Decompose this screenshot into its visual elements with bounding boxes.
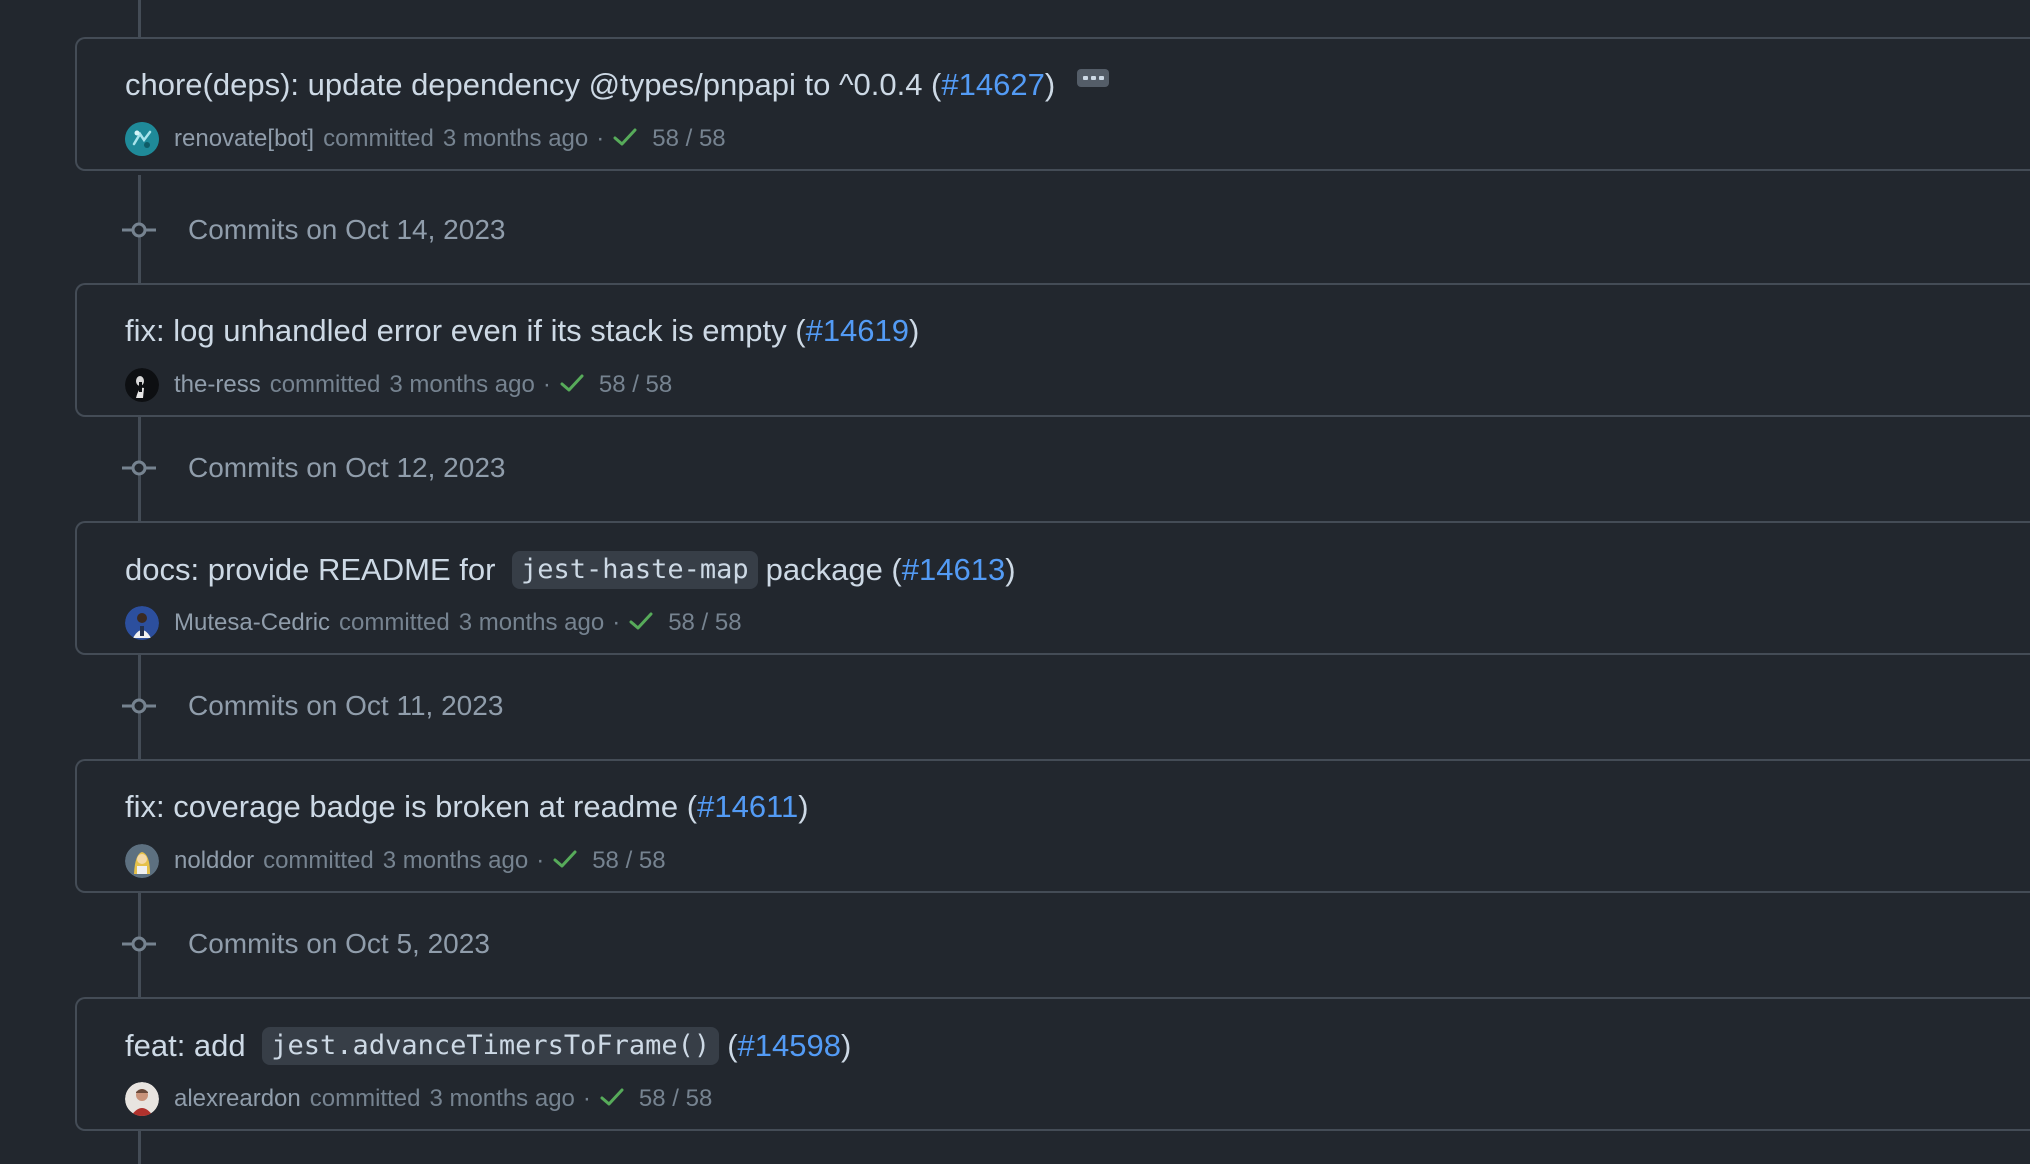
check-icon[interactable] — [628, 610, 654, 639]
date-heading-text: Commits on Oct 12, 2023 — [188, 452, 506, 483]
commit-meta: the-ress committed 3 months ago · 58 / 5… — [125, 368, 672, 402]
commit-title[interactable]: fix: coverage badge is broken at readme … — [125, 789, 809, 825]
commit-title-text[interactable]: ( — [727, 1028, 737, 1064]
timeline-line — [138, 1127, 141, 1164]
commit-item: fix: log unhandled error even if its sta… — [75, 283, 2030, 417]
commit-time[interactable]: 3 months ago — [383, 847, 528, 875]
checks-count[interactable]: 58 / 58 — [592, 847, 665, 875]
commit-title-text[interactable]: fix: coverage badge is broken at readme … — [125, 789, 697, 825]
commit-title-text[interactable]: ) — [909, 313, 919, 349]
commit-author-link[interactable]: alexreardon — [174, 1085, 301, 1113]
checks-count[interactable]: 58 / 58 — [639, 1085, 712, 1113]
commit-title[interactable]: fix: log unhandled error even if its sta… — [125, 313, 919, 349]
commit-author-link[interactable]: renovate[bot] — [174, 125, 314, 153]
separator-dot: · — [542, 371, 551, 398]
user-avatar-icon[interactable] — [125, 606, 159, 640]
commit-item: feat: add jest.advanceTimersToFrame() ( … — [75, 997, 2030, 1131]
commit-time[interactable]: 3 months ago — [443, 125, 588, 153]
commit-meta: renovate[bot] committed 3 months ago · 5… — [125, 122, 726, 156]
commit-title-text[interactable]: ) — [1005, 552, 1015, 588]
git-commit-icon — [122, 696, 156, 716]
commit-time[interactable]: 3 months ago — [389, 371, 534, 399]
commit-meta: Mutesa-Cedric committed 3 months ago · 5… — [125, 606, 742, 640]
commit-title[interactable]: chore(deps): update dependency @types/pn… — [125, 67, 1110, 103]
user-avatar-icon[interactable] — [125, 1082, 159, 1116]
commit-item: fix: coverage badge is broken at readme … — [75, 759, 2030, 893]
date-heading-text: Commits on Oct 11, 2023 — [188, 690, 504, 721]
committed-label: committed — [269, 371, 381, 398]
commits-date-heading: Commits on Oct 14, 2023 — [122, 210, 505, 250]
pull-request-link[interactable]: #14619 — [806, 313, 909, 349]
commit-author-link[interactable]: nolddor — [174, 847, 254, 875]
commit-title[interactable]: feat: add jest.advanceTimersToFrame() ( … — [125, 1027, 851, 1065]
commit-meta: alexreardon committed 3 months ago · 58 … — [125, 1082, 712, 1116]
separator-dot: · — [612, 609, 621, 636]
check-icon[interactable] — [559, 372, 585, 401]
commit-item: docs: provide README for jest-haste-map … — [75, 521, 2030, 655]
user-avatar-icon[interactable] — [125, 368, 159, 402]
expand-message-button[interactable] — [1077, 69, 1110, 87]
commits-date-heading: Commits on Oct 5, 2023 — [122, 924, 490, 964]
git-commit-icon — [122, 458, 156, 478]
commit-title-text[interactable]: ) — [841, 1028, 851, 1064]
commit-time[interactable]: 3 months ago — [429, 1085, 574, 1113]
timeline-line — [138, 0, 141, 37]
commit-title[interactable]: docs: provide README for jest-haste-map … — [125, 551, 1016, 589]
commits-date-heading: Commits on Oct 11, 2023 — [122, 686, 503, 726]
inline-code[interactable]: jest.advanceTimersToFrame() — [262, 1027, 720, 1065]
commit-title-text[interactable]: docs: provide README for — [125, 552, 504, 588]
git-commit-icon — [122, 220, 156, 240]
commit-author-link[interactable]: Mutesa-Cedric — [174, 609, 330, 637]
commit-meta: nolddor committed 3 months ago · 58 / 58 — [125, 844, 666, 878]
commit-title-text[interactable]: ) — [798, 789, 808, 825]
inline-code[interactable]: jest-haste-map — [512, 551, 758, 589]
committed-label: committed — [323, 125, 434, 152]
git-commit-icon — [122, 934, 156, 954]
date-heading-text: Commits on Oct 5, 2023 — [188, 928, 490, 959]
check-icon[interactable] — [599, 1086, 625, 1115]
committed-label: committed — [339, 609, 450, 636]
commit-title-text[interactable]: ) — [1045, 67, 1055, 103]
commit-title-text[interactable]: chore(deps): update dependency @types/pn… — [125, 67, 941, 103]
commit-title-text[interactable]: fix: log unhandled error even if its sta… — [125, 313, 806, 349]
commit-time[interactable]: 3 months ago — [459, 609, 604, 637]
pull-request-link[interactable]: #14613 — [902, 552, 1005, 588]
commit-title-text[interactable]: package ( — [766, 552, 902, 588]
separator-dot: · — [582, 1085, 591, 1112]
pull-request-link[interactable]: #14611 — [697, 789, 798, 825]
check-icon[interactable] — [552, 848, 578, 877]
check-icon[interactable] — [612, 126, 638, 155]
separator-dot: · — [596, 125, 605, 152]
checks-count[interactable]: 58 / 58 — [599, 371, 672, 399]
committed-label: committed — [309, 1085, 421, 1112]
user-avatar-icon[interactable] — [125, 844, 159, 878]
commit-title-text[interactable]: feat: add — [125, 1028, 254, 1064]
committed-label: committed — [263, 847, 374, 874]
commits-date-heading: Commits on Oct 12, 2023 — [122, 448, 505, 488]
pull-request-link[interactable]: #14598 — [738, 1028, 841, 1064]
checks-count[interactable]: 58 / 58 — [668, 609, 741, 637]
date-heading-text: Commits on Oct 14, 2023 — [188, 214, 506, 245]
commit-item: chore(deps): update dependency @types/pn… — [75, 37, 2030, 171]
checks-count[interactable]: 58 / 58 — [652, 125, 725, 153]
renovate-bot-avatar-icon[interactable] — [125, 122, 159, 156]
commit-author-link[interactable]: the-ress — [174, 371, 261, 399]
pull-request-link[interactable]: #14627 — [941, 67, 1044, 103]
separator-dot: · — [536, 847, 545, 874]
